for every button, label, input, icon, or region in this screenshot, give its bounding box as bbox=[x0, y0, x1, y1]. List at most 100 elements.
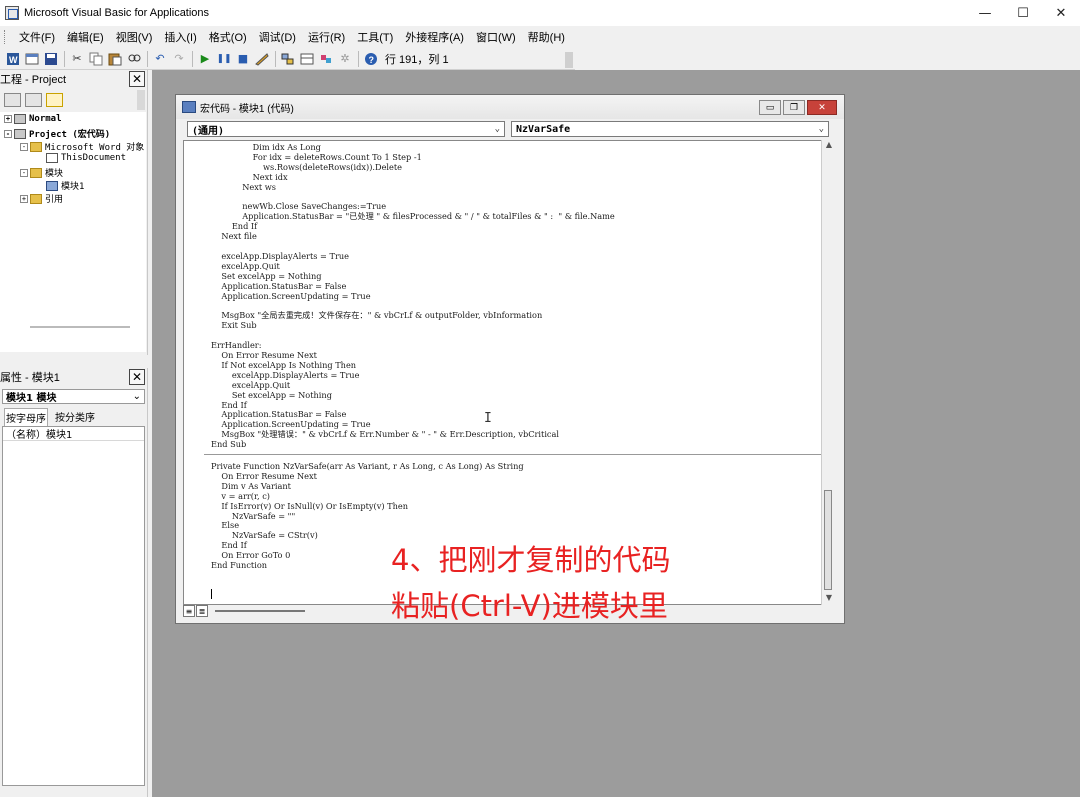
toolbar-separator bbox=[64, 50, 65, 67]
save-icon[interactable] bbox=[42, 50, 60, 68]
object-combo[interactable]: (通用) ⌄ bbox=[187, 121, 505, 137]
window-title: Microsoft Visual Basic for Applications bbox=[24, 7, 210, 19]
break-icon[interactable]: ❚❚ bbox=[215, 50, 233, 68]
collapse-icon[interactable]: - bbox=[20, 142, 28, 151]
cursor-position-label: 行 191，列 1 bbox=[385, 53, 449, 66]
maximize-button[interactable]: ☐ bbox=[1004, 0, 1042, 26]
code-vertical-scrollbar[interactable]: ▲ ▼ bbox=[821, 140, 835, 605]
cut-icon[interactable]: ✂ bbox=[68, 50, 86, 68]
procedure-combo[interactable]: NzVarSafe ⌄ bbox=[511, 121, 829, 137]
folder-icon bbox=[30, 141, 42, 152]
tree-item-label: ThisDocument bbox=[61, 153, 127, 163]
design-mode-icon[interactable] bbox=[253, 50, 271, 68]
property-row-name[interactable]: （名称）模块1 bbox=[3, 427, 144, 441]
menu-view[interactable]: 视图(V) bbox=[110, 27, 159, 47]
paste-icon[interactable] bbox=[106, 50, 124, 68]
expand-icon[interactable]: + bbox=[4, 115, 12, 123]
menu-insert[interactable]: 插入(I) bbox=[158, 27, 202, 47]
menu-help[interactable]: 帮助(H) bbox=[522, 27, 571, 47]
project-panel-title: 工程 - Project bbox=[0, 73, 67, 86]
procedure-view-icon[interactable]: ≡ bbox=[183, 605, 195, 617]
object-browser-icon[interactable] bbox=[317, 50, 335, 68]
copy-icon[interactable] bbox=[87, 50, 105, 68]
collapse-icon[interactable]: - bbox=[20, 168, 28, 177]
expand-icon[interactable]: + bbox=[20, 194, 28, 203]
toolbar-separator bbox=[192, 50, 193, 67]
reset-icon[interactable]: ■ bbox=[234, 50, 252, 68]
menu-addins[interactable]: 外接程序(A) bbox=[399, 27, 470, 47]
menu-run[interactable]: 运行(R) bbox=[302, 27, 351, 47]
tree-item-normal[interactable]: + Normal bbox=[4, 114, 62, 124]
tree-item-module1[interactable]: 模块1 bbox=[46, 179, 84, 192]
close-button[interactable]: ✕ bbox=[1042, 0, 1080, 26]
svg-text:?: ? bbox=[369, 55, 375, 65]
tab-categorized[interactable]: 按分类序 bbox=[54, 408, 96, 426]
menu-tools[interactable]: 工具(T) bbox=[351, 27, 399, 47]
project-panel-scrollbar[interactable] bbox=[137, 90, 145, 110]
tree-item-label: 模块1 bbox=[61, 182, 85, 192]
standard-toolbar: W ✂ ↶ ↷ ▶ ❚❚ ■ ✲ ? 行 191，列 1 bbox=[0, 48, 575, 70]
menu-window[interactable]: 窗口(W) bbox=[470, 27, 522, 47]
tab-alphabetic[interactable]: 按字母序 bbox=[4, 408, 48, 426]
find-icon[interactable] bbox=[125, 50, 143, 68]
text-cursor bbox=[211, 589, 212, 599]
insert-userform-icon[interactable] bbox=[23, 50, 41, 68]
tree-item-word-objects[interactable]: - Microsoft Word 对象 bbox=[20, 140, 144, 153]
undo-icon[interactable]: ↶ bbox=[151, 50, 169, 68]
code-editor[interactable]: Dim idx As Long For idx = deleteRows.Cou… bbox=[183, 140, 823, 605]
toolbar-separator bbox=[147, 50, 148, 67]
project-panel-close-icon[interactable]: ✕ bbox=[129, 70, 145, 87]
view-object-icon[interactable] bbox=[25, 93, 42, 107]
toolbar-separator bbox=[275, 50, 276, 67]
view-code-icon[interactable] bbox=[4, 93, 21, 107]
project-explorer-icon[interactable] bbox=[279, 50, 297, 68]
panel-splitter[interactable] bbox=[30, 326, 130, 328]
tree-item-label: 引用 bbox=[45, 195, 64, 205]
code-window-restore-button[interactable]: ❐ bbox=[783, 100, 805, 115]
toggle-folders-icon[interactable] bbox=[46, 93, 63, 107]
menu-file[interactable]: 文件(F) bbox=[13, 27, 61, 47]
code-window-titlebar[interactable]: 宏代码 - 模块1 (代码) bbox=[176, 95, 844, 119]
annotation-line-1: 4、把刚才复制的代码 bbox=[391, 543, 671, 577]
full-module-view-icon[interactable]: ≣ bbox=[196, 605, 208, 617]
code-text-main[interactable]: Dim idx As Long For idx = deleteRows.Cou… bbox=[211, 142, 615, 450]
object-select[interactable]: 模块1 模块 ⌄ bbox=[2, 389, 145, 404]
scroll-up-icon[interactable]: ▲ bbox=[823, 140, 835, 152]
code-window-icon bbox=[182, 101, 196, 113]
run-icon[interactable]: ▶ bbox=[196, 50, 214, 68]
project-icon bbox=[14, 128, 26, 139]
toolbar-options-icon[interactable] bbox=[565, 52, 573, 68]
horizontal-scroll-thumb[interactable] bbox=[215, 610, 305, 612]
document-icon bbox=[46, 153, 58, 163]
menu-format[interactable]: 格式(O) bbox=[203, 27, 253, 47]
code-window-minimize-button[interactable]: ▭ bbox=[759, 100, 781, 115]
code-window-close-button[interactable]: ✕ bbox=[807, 100, 837, 115]
menu-edit[interactable]: 编辑(E) bbox=[61, 27, 110, 47]
scroll-down-icon[interactable]: ▼ bbox=[823, 593, 835, 605]
collapse-icon[interactable]: - bbox=[4, 129, 12, 138]
properties-panel-close-icon[interactable]: ✕ bbox=[129, 368, 145, 385]
minimize-button[interactable]: — bbox=[966, 0, 1004, 26]
tree-item-references[interactable]: + 引用 bbox=[20, 192, 63, 205]
project-icon bbox=[14, 114, 26, 124]
menu-bar: 文件(F) 编辑(E) 视图(V) 插入(I) 格式(O) 调试(D) 运行(R… bbox=[0, 26, 1080, 48]
tree-item-label: 模块 bbox=[45, 169, 64, 179]
svg-text:W: W bbox=[9, 55, 18, 65]
redo-icon[interactable]: ↷ bbox=[170, 50, 188, 68]
properties-panel-title: 属性 - 模块1 bbox=[0, 371, 60, 384]
menu-debug[interactable]: 调试(D) bbox=[253, 27, 302, 47]
tutorial-annotation: 4、把刚才复制的代码 粘贴(Ctrl-V)进模块里 bbox=[391, 537, 670, 629]
module-icon bbox=[46, 180, 58, 191]
project-explorer-panel: 工程 - Project ✕ + Normal - Project (宏代码) … bbox=[0, 70, 148, 355]
tree-item-modules[interactable]: - 模块 bbox=[20, 166, 63, 179]
scroll-thumb[interactable] bbox=[824, 490, 832, 590]
menu-grip[interactable] bbox=[4, 30, 7, 44]
help-icon[interactable]: ? bbox=[362, 50, 380, 68]
tree-item-thisdocument[interactable]: ThisDocument bbox=[46, 153, 126, 163]
tree-item-label: Project (宏代码) bbox=[29, 130, 111, 140]
toolbox-icon[interactable]: ✲ bbox=[336, 50, 354, 68]
tree-item-project[interactable]: - Project (宏代码) bbox=[4, 127, 110, 140]
project-tree: + Normal - Project (宏代码) - Microsoft Wor… bbox=[0, 112, 146, 352]
view-word-icon[interactable]: W bbox=[4, 50, 22, 68]
properties-window-icon[interactable] bbox=[298, 50, 316, 68]
